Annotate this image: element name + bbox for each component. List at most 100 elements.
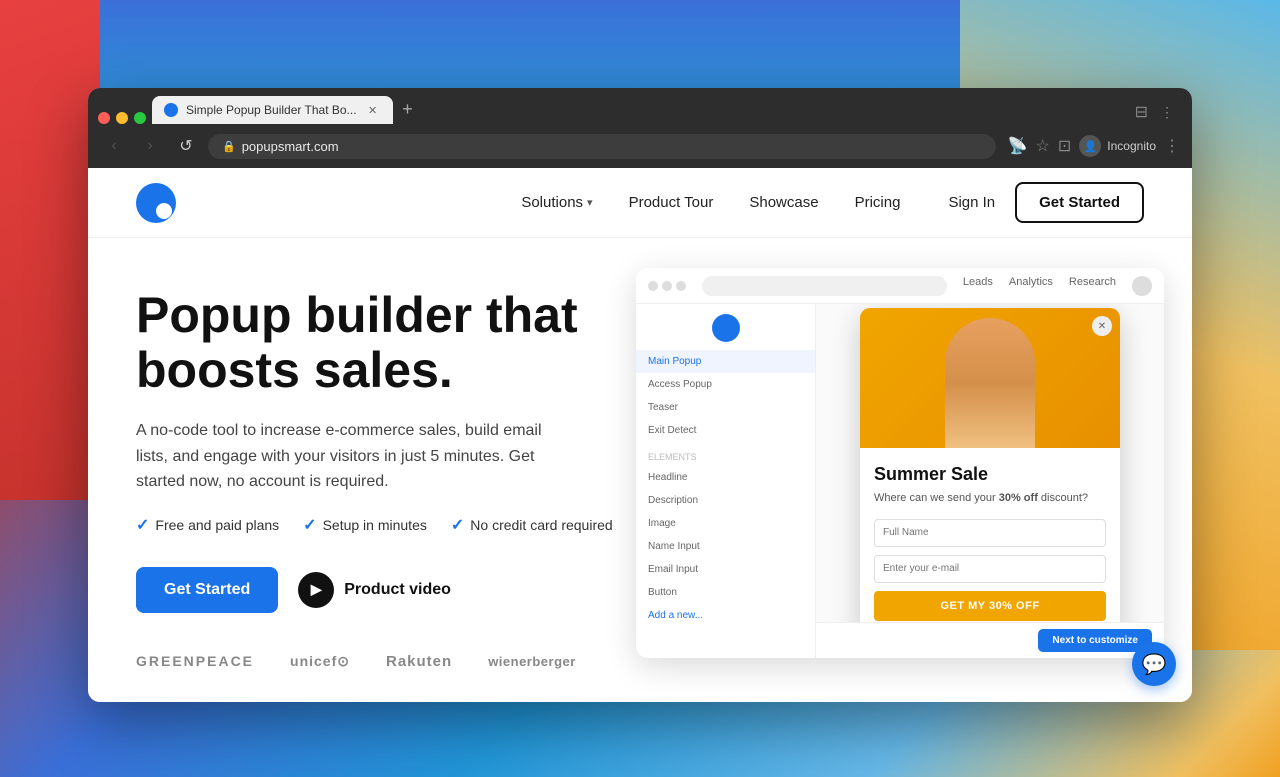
hero-section: Popup builder that boosts sales. A no-co… xyxy=(88,238,1192,702)
brand-unicef: unicef⊙ xyxy=(290,653,350,670)
sign-in-link[interactable]: Sign In xyxy=(948,194,995,211)
active-tab[interactable]: Simple Popup Builder That Bo... ✕ xyxy=(152,96,393,124)
site-navbar: Solutions ▾ Product Tour Showcase Pricin… xyxy=(88,168,1192,238)
builder-analytics: Analytics xyxy=(1009,276,1053,296)
browser-tabs: Simple Popup Builder That Bo... ✕ + ⊟ ⋮ xyxy=(88,88,1192,124)
tab-favicon xyxy=(164,103,178,117)
builder-url-bar xyxy=(702,276,947,296)
popup-cta-button[interactable]: GET MY 30% OFF xyxy=(874,591,1106,621)
builder-dot-1 xyxy=(648,281,658,291)
product-video-label: Product video xyxy=(344,581,451,599)
solutions-chevron-icon: ▾ xyxy=(587,196,593,209)
cast-icon[interactable]: 📡 xyxy=(1008,136,1028,156)
builder-next-button[interactable]: Next to customize xyxy=(1038,629,1152,652)
builder-sidebar-exit[interactable]: Exit Detect xyxy=(636,419,815,442)
builder-bottom: Next to customize xyxy=(816,622,1164,658)
maximize-traffic-light[interactable] xyxy=(134,112,146,124)
badge-no-credit: ✓ No credit card required xyxy=(451,515,613,535)
address-bar[interactable]: 🔒 popupsmart.com xyxy=(208,134,996,159)
builder-dot-2 xyxy=(662,281,672,291)
website-content: Solutions ▾ Product Tour Showcase Pricin… xyxy=(88,168,1192,702)
builder-sidebar-logo xyxy=(712,314,740,342)
badge-setup: ✓ Setup in minutes xyxy=(303,515,427,535)
navbar-get-started-button[interactable]: Get Started xyxy=(1015,182,1144,223)
browser-actions: 📡 ☆ ⊡ 👤 Incognito ⋮ xyxy=(1008,135,1180,157)
minimize-window-button[interactable]: ⊟ xyxy=(1135,102,1148,122)
builder-nav-items: Leads Analytics Research xyxy=(963,276,1152,296)
popup-email-input[interactable] xyxy=(874,555,1106,583)
check-icon-2: ✓ xyxy=(303,515,316,535)
product-video-link[interactable]: ▶ Product video xyxy=(298,572,451,608)
nav-links: Solutions ▾ Product Tour Showcase Pricin… xyxy=(521,194,900,211)
tab-title: Simple Popup Builder That Bo... xyxy=(186,103,357,117)
menu-icon[interactable]: ⋮ xyxy=(1164,136,1180,156)
badge-free-plans-text: Free and paid plans xyxy=(155,517,279,533)
browser-toolbar: ‹ › ↺ 🔒 popupsmart.com 📡 ☆ ⊡ 👤 Incognito… xyxy=(88,124,1192,168)
builder-sidebar-button[interactable]: Button xyxy=(636,581,815,604)
hero-get-started-button[interactable]: Get Started xyxy=(136,567,278,613)
hero-left: Popup builder that boosts sales. A no-co… xyxy=(136,278,616,670)
bookmark-icon[interactable]: ☆ xyxy=(1036,136,1050,156)
incognito-area: 👤 Incognito xyxy=(1079,135,1156,157)
popup-subtitle: Where can we send your 30% off discount? xyxy=(874,491,1106,506)
browser-chrome: Simple Popup Builder That Bo... ✕ + ⊟ ⋮ … xyxy=(88,88,1192,168)
badge-free-plans: ✓ Free and paid plans xyxy=(136,515,279,535)
builder-sidebar-access-popup[interactable]: Access Popup xyxy=(636,373,815,396)
brand-rakuten: Rakuten xyxy=(386,653,452,670)
check-icon-1: ✓ xyxy=(136,515,149,535)
back-button[interactable]: ‹ xyxy=(100,132,128,160)
product-tour-nav-link[interactable]: Product Tour xyxy=(629,194,714,211)
popup-preview: ✕ Summer Sale xyxy=(860,308,1120,653)
builder-sidebar-name-input[interactable]: Name Input xyxy=(636,535,815,558)
popup-builder-screenshot: Leads Analytics Research Main Popup Acce… xyxy=(636,268,1164,658)
builder-sidebar-teaser[interactable]: Teaser xyxy=(636,396,815,419)
builder-main: Main Popup Access Popup Teaser Exit Dete… xyxy=(636,304,1164,658)
builder-leads: Leads xyxy=(963,276,993,296)
builder-canvas: ✕ Summer Sale xyxy=(816,304,1164,658)
popup-sale-title: Summer Sale xyxy=(874,464,1106,485)
builder-dot-3 xyxy=(676,281,686,291)
minimize-traffic-light[interactable] xyxy=(116,112,128,124)
chat-widget[interactable]: 💬 xyxy=(1132,642,1176,686)
window-mode-icon[interactable]: ⊡ xyxy=(1058,136,1071,156)
chat-icon: 💬 xyxy=(1142,652,1167,677)
builder-sidebar-email-input[interactable]: Email Input xyxy=(636,558,815,581)
nav-cta-area: Sign In Get Started xyxy=(948,182,1144,223)
window-menu-button[interactable]: ⋮ xyxy=(1160,104,1174,121)
builder-sidebar-image[interactable]: Image xyxy=(636,512,815,535)
builder-sidebar-description[interactable]: Description xyxy=(636,489,815,512)
badge-setup-text: Setup in minutes xyxy=(323,517,427,533)
hero-badges: ✓ Free and paid plans ✓ Setup in minutes… xyxy=(136,515,616,535)
showcase-nav-link[interactable]: Showcase xyxy=(749,194,818,211)
hero-title: Popup builder that boosts sales. xyxy=(136,288,616,398)
play-icon: ▶ xyxy=(298,572,334,608)
traffic-lights xyxy=(98,112,146,124)
brand-greenpeace: GREENPEACE xyxy=(136,653,254,669)
builder-sidebar-headline[interactable]: Headline xyxy=(636,466,815,489)
logo-icon xyxy=(136,183,176,223)
builder-topbar: Leads Analytics Research xyxy=(636,268,1164,304)
new-tab-button[interactable]: + xyxy=(395,96,421,122)
brand-wienerberger: wienerberger xyxy=(488,654,576,669)
pricing-nav-link[interactable]: Pricing xyxy=(855,194,901,211)
builder-sidebar-main-popup[interactable]: Main Popup xyxy=(636,350,815,373)
hero-right: Leads Analytics Research Main Popup Acce… xyxy=(636,278,1144,658)
builder-sidebar: Main Popup Access Popup Teaser Exit Dete… xyxy=(636,304,816,658)
url-display: popupsmart.com xyxy=(242,139,339,154)
incognito-avatar: 👤 xyxy=(1079,135,1101,157)
hero-subtitle: A no-code tool to increase e-commerce sa… xyxy=(136,418,556,495)
popup-name-input[interactable] xyxy=(874,519,1106,547)
refresh-button[interactable]: ↺ xyxy=(172,132,200,160)
hero-actions: Get Started ▶ Product video xyxy=(136,567,616,613)
solutions-nav-link[interactable]: Solutions ▾ xyxy=(521,194,592,211)
security-icon: 🔒 xyxy=(222,140,236,153)
close-traffic-light[interactable] xyxy=(98,112,110,124)
builder-research: Research xyxy=(1069,276,1116,296)
badge-no-credit-text: No credit card required xyxy=(470,517,612,533)
browser-window: Simple Popup Builder That Bo... ✕ + ⊟ ⋮ … xyxy=(88,88,1192,702)
builder-topbar-dots xyxy=(648,281,686,291)
site-logo[interactable] xyxy=(136,183,176,223)
forward-button[interactable]: › xyxy=(136,132,164,160)
builder-sidebar-add-new[interactable]: Add a new... xyxy=(636,604,815,627)
tab-close-button[interactable]: ✕ xyxy=(365,102,381,118)
